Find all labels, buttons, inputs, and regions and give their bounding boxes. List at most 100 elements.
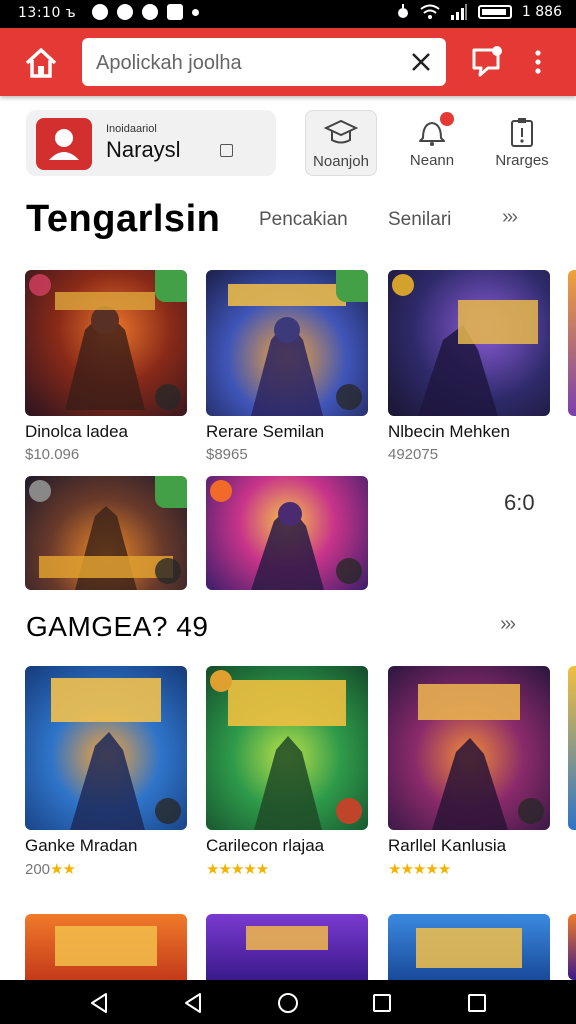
section-title: Tengarlsin — [26, 198, 221, 240]
game-card[interactable] — [206, 914, 368, 980]
play-icon — [155, 384, 181, 410]
wifi-icon — [420, 4, 440, 19]
recents-icon[interactable] — [371, 992, 393, 1014]
home-circle-icon[interactable] — [277, 992, 299, 1014]
user-icon — [49, 129, 79, 160]
checkbox-icon[interactable] — [220, 144, 233, 157]
graduation-cap-icon — [324, 119, 358, 144]
close-icon[interactable] — [408, 49, 434, 75]
game-art — [246, 926, 328, 950]
alarm-icon — [397, 4, 408, 18]
download-icon — [155, 476, 187, 508]
action-noanjoh[interactable]: Noanjoh — [305, 110, 377, 176]
play-icon — [518, 798, 544, 824]
game-card[interactable]: Nlbecin Mehken 492075 — [388, 270, 550, 463]
recents-icon[interactable] — [466, 992, 488, 1014]
app-icon — [117, 4, 133, 20]
battery-icon — [477, 5, 512, 19]
download-icon — [155, 270, 187, 302]
action-neann[interactable]: Neann — [396, 110, 468, 176]
action-label: Noanjoh — [313, 153, 369, 170]
signal-icon — [450, 4, 467, 20]
home-icon[interactable] — [22, 44, 60, 82]
status-system-icons: 1 886 — [396, 4, 562, 20]
play-icon — [336, 558, 362, 584]
game-rating: ★★★★★ — [206, 860, 368, 878]
game-price: $10.096 — [25, 446, 80, 463]
game-badge-icon — [210, 480, 232, 502]
game-card[interactable]: Rarllel Kanlusia ★★★★★ — [388, 666, 550, 878]
more-vert-icon[interactable] — [530, 48, 546, 76]
status-notification-icons — [92, 4, 199, 20]
notification-badge — [440, 112, 454, 126]
chat-icon[interactable] — [468, 44, 504, 80]
game-price: 492075 — [388, 446, 439, 463]
action-label: Neann — [409, 152, 455, 169]
star-rating-icon: ★★ — [50, 861, 76, 878]
search-input[interactable] — [94, 48, 398, 78]
game-art — [55, 926, 157, 966]
game-title: Rerare Semilan — [206, 422, 325, 441]
game-card[interactable] — [25, 914, 187, 980]
search-box — [82, 38, 446, 86]
game-thumbnail — [388, 666, 550, 830]
game-card[interactable]: Rerare Semilan $8965 — [206, 270, 368, 463]
game-price: $8965 — [206, 446, 248, 463]
tab-pencakian[interactable]: Pencakian — [259, 209, 348, 231]
play-icon — [336, 384, 362, 410]
game-thumbnail — [206, 270, 368, 416]
status-time: 13:10 ъ — [18, 5, 77, 21]
game-thumbnail — [25, 270, 187, 416]
battery-level: 1 886 — [521, 4, 562, 20]
game-rating-value: 200 — [25, 861, 51, 878]
game-thumbnail — [388, 914, 550, 980]
see-more-button[interactable]: ››› — [500, 613, 516, 636]
action-label: Nrarges — [495, 152, 549, 169]
game-thumbnail — [206, 666, 368, 830]
game-thumbnail — [25, 666, 187, 830]
back-icon[interactable] — [88, 992, 110, 1014]
game-title: Nlbecin Mehken — [388, 422, 510, 441]
game-thumbnail — [206, 914, 368, 980]
system-nav-bar — [0, 980, 576, 1024]
game-badge-icon — [29, 274, 51, 296]
game-title: Ganke Mradan — [25, 836, 138, 855]
app-bar — [0, 28, 576, 96]
game-art — [416, 928, 522, 968]
partial-game-card[interactable] — [568, 914, 576, 980]
game-card[interactable]: Dinolca ladea $10.096 — [25, 270, 187, 463]
play-icon — [336, 798, 362, 824]
tab-senilari[interactable]: Senilari — [388, 209, 451, 231]
notification-icon — [92, 4, 108, 20]
game-rating: 200★★ — [25, 860, 187, 878]
game-card[interactable]: Carilecon rlajaa ★★★★★ — [206, 666, 368, 878]
game-card[interactable] — [206, 476, 368, 590]
game-title: Rarllel Kanlusia — [388, 836, 507, 855]
game-thumbnail — [25, 476, 187, 590]
dot-icon — [192, 9, 199, 16]
see-more-button[interactable]: ››› — [502, 206, 518, 229]
clipboard-icon — [511, 118, 533, 147]
game-badge-icon — [29, 480, 51, 502]
star-rating-icon: ★★★★★ — [388, 861, 451, 878]
image-icon — [167, 4, 183, 20]
game-badge-icon — [210, 670, 232, 692]
section-title: GAMGEA? 49 — [26, 611, 209, 642]
game-thumbnail — [206, 476, 368, 590]
back-icon[interactable] — [182, 992, 204, 1014]
game-card[interactable] — [388, 914, 550, 980]
action-nrarges[interactable]: Nrarges — [486, 110, 558, 176]
partial-game-card[interactable] — [568, 666, 576, 830]
game-title: Carilecon rlajaa — [206, 836, 325, 855]
account-card[interactable]: Inoidaariol Naraysl — [26, 110, 276, 176]
account-name: Naraysl — [106, 137, 181, 162]
status-bar: 13:10 ъ 1 886 — [0, 0, 576, 28]
game-card[interactable]: Ganke Mradan 200★★ — [25, 666, 187, 878]
game-art — [418, 300, 538, 416]
game-thumbnail — [25, 914, 187, 980]
avatar — [36, 118, 92, 170]
partial-game-card[interactable] — [568, 270, 576, 416]
play-icon — [155, 798, 181, 824]
star-rating-icon: ★★★★★ — [206, 861, 269, 878]
game-card[interactable] — [25, 476, 187, 590]
